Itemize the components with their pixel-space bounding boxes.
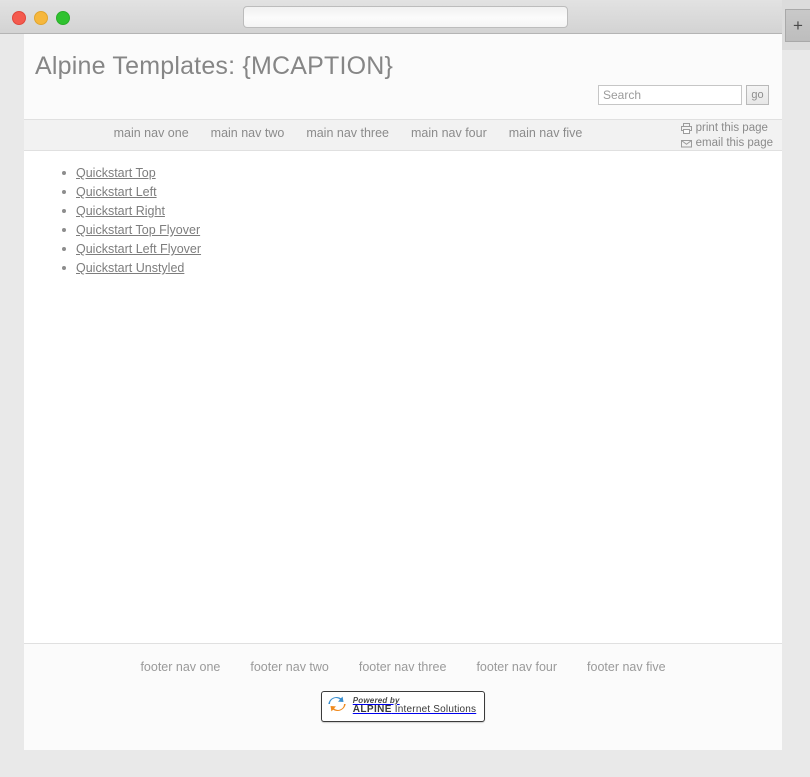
search-go-button[interactable]: go — [746, 85, 769, 105]
footer-nav-item-three[interactable]: footer nav three — [359, 660, 447, 674]
email-this-page-link[interactable]: email this page — [680, 136, 773, 150]
page-footer: footer nav one footer nav two footer nav… — [24, 643, 782, 749]
print-this-page-link[interactable]: print this page — [680, 121, 773, 135]
main-nav-item-two[interactable]: main nav two — [211, 126, 285, 140]
footer-nav-item-two[interactable]: footer nav two — [250, 660, 329, 674]
list-item: Quickstart Top Flyover — [62, 220, 782, 239]
page-viewport: Alpine Templates: {MCAPTION} go main nav… — [0, 34, 782, 777]
footer-nav-item-one[interactable]: footer nav one — [140, 660, 220, 674]
minimize-window-button[interactable] — [34, 11, 48, 25]
email-this-page-label: email this page — [695, 137, 773, 149]
utility-links: print this page email this page — [680, 121, 773, 150]
content-area: Quickstart Top Quickstart Left Quickstar… — [24, 151, 782, 643]
main-navigation-bar: main nav one main nav two main nav three… — [24, 120, 782, 151]
new-tab-region: + — [782, 0, 810, 50]
alpine-wordmark: ALPINE — [352, 704, 392, 716]
quickstart-link-list: Quickstart Top Quickstart Left Quickstar… — [24, 163, 782, 277]
search-input[interactable] — [598, 85, 742, 105]
print-this-page-label: print this page — [695, 122, 768, 134]
main-nav-item-four[interactable]: main nav four — [411, 126, 487, 140]
alpine-brand-suffix: Internet Solutions — [391, 704, 477, 716]
alpine-refresh-logo-icon — [327, 695, 347, 718]
quickstart-left-link[interactable]: Quickstart Left — [76, 185, 157, 199]
page-title: Alpine Templates: {MCAPTION} — [35, 52, 394, 80]
masthead: Alpine Templates: {MCAPTION} — [24, 34, 782, 80]
list-item: Quickstart Left Flyover — [62, 239, 782, 258]
quickstart-top-link[interactable]: Quickstart Top — [76, 166, 156, 180]
page-sheet: Alpine Templates: {MCAPTION} go main nav… — [24, 34, 782, 750]
list-item: Quickstart Top — [62, 163, 782, 182]
footer-nav-item-five[interactable]: footer nav five — [587, 660, 666, 674]
printer-icon — [680, 122, 692, 134]
list-item: Quickstart Left — [62, 182, 782, 201]
quickstart-right-link[interactable]: Quickstart Right — [76, 204, 165, 218]
footer-nav-item-four[interactable]: footer nav four — [476, 660, 557, 674]
search-form: go — [598, 85, 769, 105]
powered-by-alpine-badge[interactable]: Powered by ALPINE Internet Solutions — [320, 691, 486, 722]
browser-window: + Alpine Templates: {MCAPTION} go main n… — [0, 0, 810, 777]
powered-by-wrap: Powered by ALPINE Internet Solutions — [24, 674, 782, 722]
main-nav-item-one[interactable]: main nav one — [114, 126, 189, 140]
browser-titlebar — [0, 0, 782, 34]
new-tab-button[interactable]: + — [785, 9, 810, 42]
powered-by-brand: ALPINE Internet Solutions — [353, 705, 476, 716]
footer-nav-links: footer nav one footer nav two footer nav… — [24, 644, 782, 674]
envelope-icon — [680, 138, 692, 149]
list-item: Quickstart Unstyled — [62, 258, 782, 277]
list-item: Quickstart Right — [62, 201, 782, 220]
powered-by-text: Powered by ALPINE Internet Solutions — [353, 696, 476, 716]
main-nav-item-three[interactable]: main nav three — [306, 126, 389, 140]
main-nav-item-five[interactable]: main nav five — [509, 126, 583, 140]
close-window-button[interactable] — [12, 11, 26, 25]
search-row: go — [24, 78, 782, 120]
quickstart-left-flyover-link[interactable]: Quickstart Left Flyover — [76, 242, 201, 256]
window-controls — [12, 11, 70, 25]
quickstart-top-flyover-link[interactable]: Quickstart Top Flyover — [76, 223, 200, 237]
quickstart-unstyled-link[interactable]: Quickstart Unstyled — [76, 261, 184, 275]
address-bar-input[interactable] — [243, 6, 568, 28]
main-nav-links: main nav one main nav two main nav three… — [24, 126, 782, 140]
maximize-window-button[interactable] — [56, 11, 70, 25]
